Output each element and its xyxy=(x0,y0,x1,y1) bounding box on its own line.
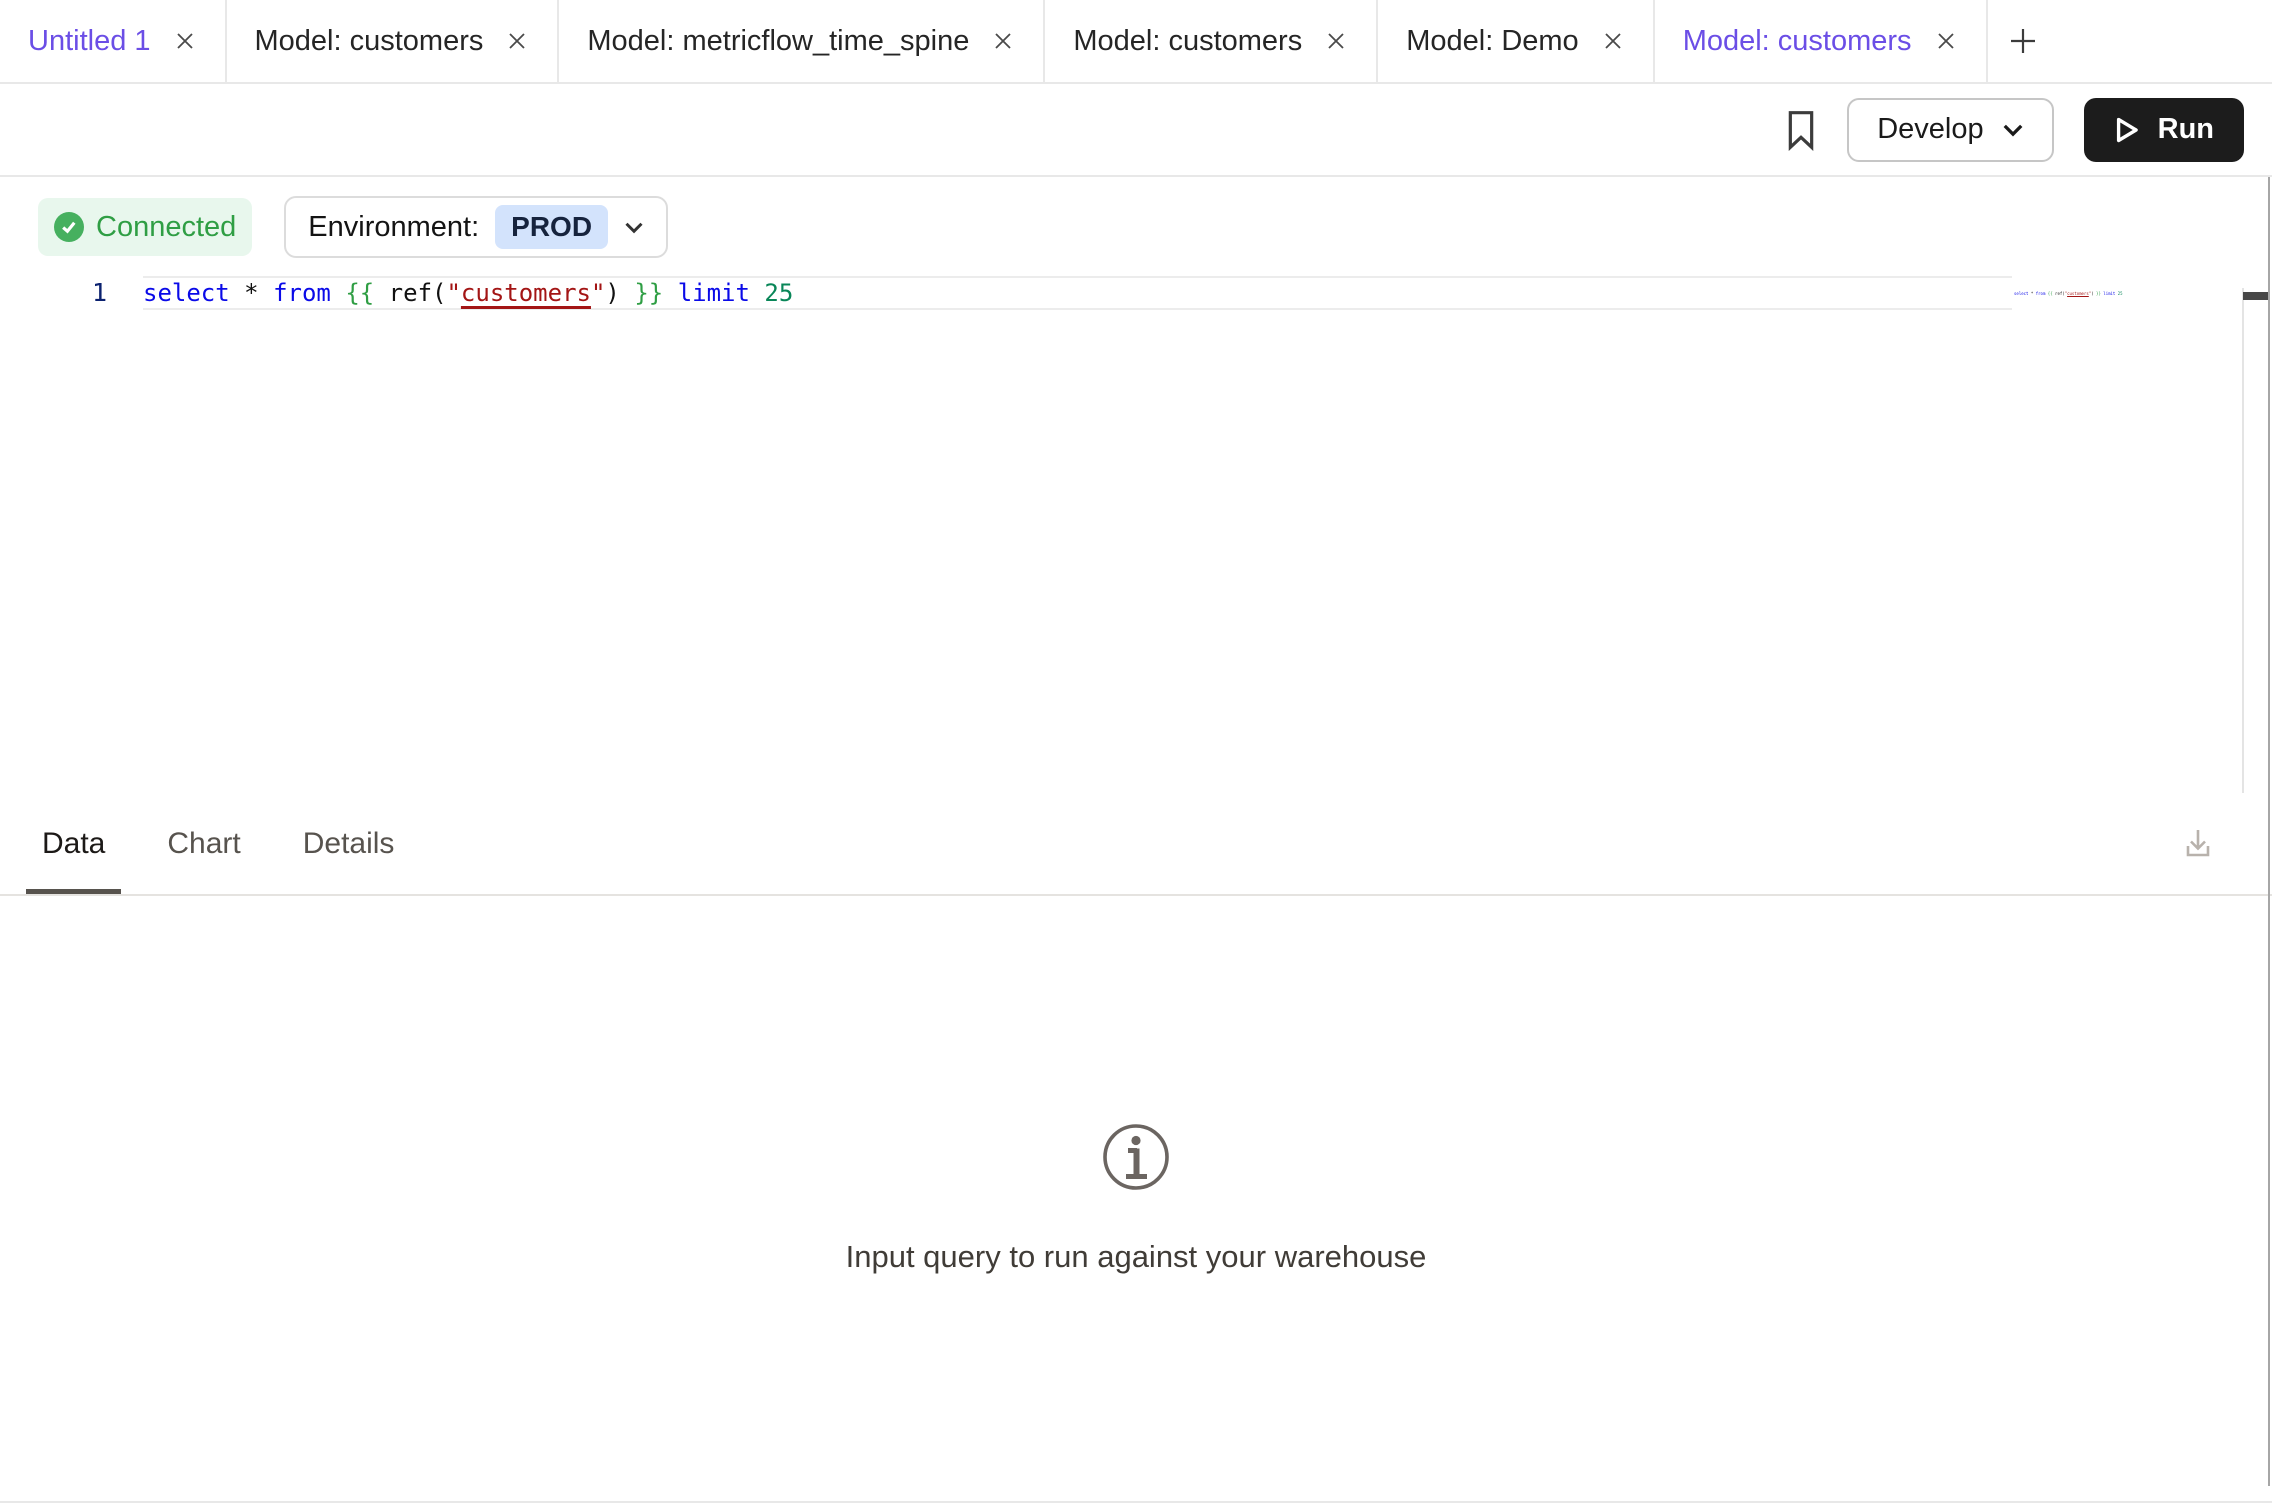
toolbar: Develop Run xyxy=(0,84,2272,177)
connection-status-label: Connected xyxy=(96,211,236,244)
editor-scrollbar-track[interactable] xyxy=(2242,288,2244,793)
editor-tab[interactable]: Model: Demo xyxy=(1378,0,1654,82)
code-editor[interactable]: 1 select * from {{ ref("customers") }} l… xyxy=(0,276,2272,793)
bookmark-icon xyxy=(1785,109,1817,151)
tab-label: Model: metricflow_time_spine xyxy=(587,25,969,58)
develop-button[interactable]: Develop xyxy=(1847,98,2053,162)
editor-panel: Connected Environment: PROD 1 select * f… xyxy=(0,198,2272,794)
chevron-down-icon xyxy=(2002,123,2024,137)
environment-label: Environment: xyxy=(308,211,479,244)
results-tab[interactable]: Details xyxy=(299,794,399,894)
tab-label: Model: Demo xyxy=(1406,25,1578,58)
editor-tab[interactable]: Untitled 1 xyxy=(0,0,227,82)
bookmark-button[interactable] xyxy=(1785,109,1817,151)
check-circle-icon xyxy=(54,212,84,242)
code-line-content[interactable]: select * from {{ ref("customers") }} lim… xyxy=(143,276,2012,310)
play-icon xyxy=(2114,116,2140,144)
environment-selector[interactable]: Environment: PROD xyxy=(284,196,668,258)
tab-label: Untitled 1 xyxy=(28,25,151,58)
tab-label: Model: customers xyxy=(1073,25,1302,58)
close-tab-icon[interactable] xyxy=(991,29,1015,53)
editor-scrollbar-thumb[interactable] xyxy=(2243,292,2269,300)
minimap-line: select * from {{ ref("customers") }} lim… xyxy=(2014,290,2214,297)
results-tab[interactable]: Chart xyxy=(163,794,244,894)
tab-label: Model: customers xyxy=(1683,25,1912,58)
close-tab-icon[interactable] xyxy=(1934,29,1958,53)
chevron-down-icon xyxy=(624,221,644,234)
close-tab-icon[interactable] xyxy=(1601,29,1625,53)
status-row: Connected Environment: PROD xyxy=(38,198,2272,256)
editor-tab[interactable]: Model: customers xyxy=(1045,0,1378,82)
close-tab-icon[interactable] xyxy=(505,29,529,53)
editor-tab[interactable]: Model: customers xyxy=(227,0,560,82)
empty-state-message: Input query to run against your warehous… xyxy=(846,1239,1427,1275)
results-tab-label: Details xyxy=(303,827,395,861)
results-tab-label: Chart xyxy=(167,827,240,861)
window-right-edge xyxy=(2268,177,2270,1486)
results-empty-state: Input query to run against your warehous… xyxy=(0,896,2272,1501)
download-button[interactable] xyxy=(2178,823,2218,866)
download-icon xyxy=(2178,823,2218,863)
new-tab-button[interactable] xyxy=(1988,0,2058,82)
line-number: 1 xyxy=(0,276,143,310)
results-tab-label: Data xyxy=(42,827,105,861)
close-tab-icon[interactable] xyxy=(1324,29,1348,53)
results-tab[interactable]: Data xyxy=(38,794,109,894)
editor-tab[interactable]: Model: metricflow_time_spine xyxy=(559,0,1045,82)
develop-button-label: Develop xyxy=(1877,113,1983,146)
tab-bar: Untitled 1 Model: customers Model: metri… xyxy=(0,0,2272,84)
editor-minimap[interactable]: select * from {{ ref("customers") }} lim… xyxy=(2014,290,2214,297)
results-tab-bar: Data Chart Details xyxy=(0,794,2272,896)
connection-status-badge: Connected xyxy=(38,198,252,256)
code-line: 1 select * from {{ ref("customers") }} l… xyxy=(0,276,2272,310)
environment-value-badge: PROD xyxy=(495,205,608,249)
tab-label: Model: customers xyxy=(255,25,484,58)
editor-tab[interactable]: Model: customers xyxy=(1655,0,1988,82)
run-button-label: Run xyxy=(2158,113,2214,146)
info-icon xyxy=(1101,1122,1171,1197)
plus-icon xyxy=(2007,25,2039,57)
close-tab-icon[interactable] xyxy=(173,29,197,53)
run-button[interactable]: Run xyxy=(2084,98,2244,162)
bottom-divider xyxy=(0,1501,2272,1507)
